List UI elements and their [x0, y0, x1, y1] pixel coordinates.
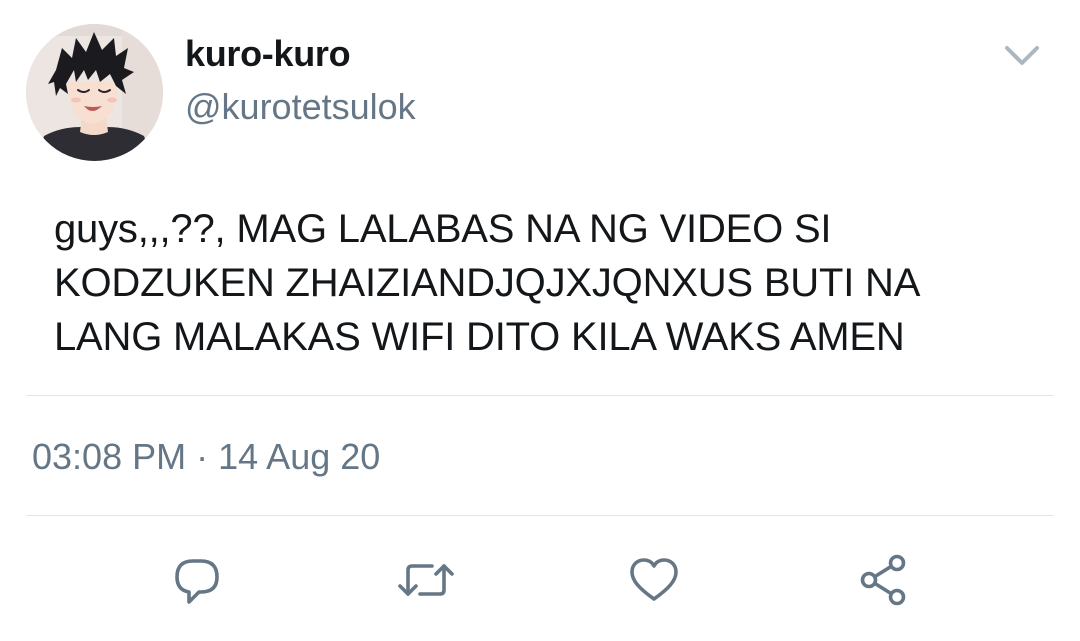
tweet-card: kuro-kuro @kurotetsulok guys,,,??, MAG L…: [0, 0, 1080, 641]
divider: [26, 395, 1054, 396]
share-icon: [860, 554, 906, 606]
retweet-icon: [398, 564, 454, 596]
tweet-text: guys,,,??, MAG LALABAS NA NG VIDEO SI KO…: [54, 207, 921, 359]
chevron-down-icon[interactable]: [1001, 38, 1043, 74]
avatar[interactable]: [26, 24, 163, 161]
tweet-time: 03:08 PM: [32, 436, 187, 477]
avatar-illustration: [26, 24, 163, 161]
action-bar: [0, 545, 1080, 615]
author-display-name[interactable]: kuro-kuro: [185, 34, 351, 74]
share-button[interactable]: [848, 545, 918, 615]
divider: [26, 515, 1054, 516]
like-button[interactable]: [619, 545, 689, 615]
speech-bubble-icon: [175, 559, 219, 604]
retweet-button[interactable]: [391, 545, 461, 615]
author-handle[interactable]: @kurotetsulok: [185, 87, 416, 127]
meta-separator: ·: [196, 436, 209, 477]
tweet-date: 14 Aug 20: [218, 436, 381, 477]
reply-button[interactable]: [162, 545, 232, 615]
heart-icon: [630, 558, 678, 601]
tweet-timestamp[interactable]: 03:08 PM · 14 Aug 20: [32, 437, 380, 477]
